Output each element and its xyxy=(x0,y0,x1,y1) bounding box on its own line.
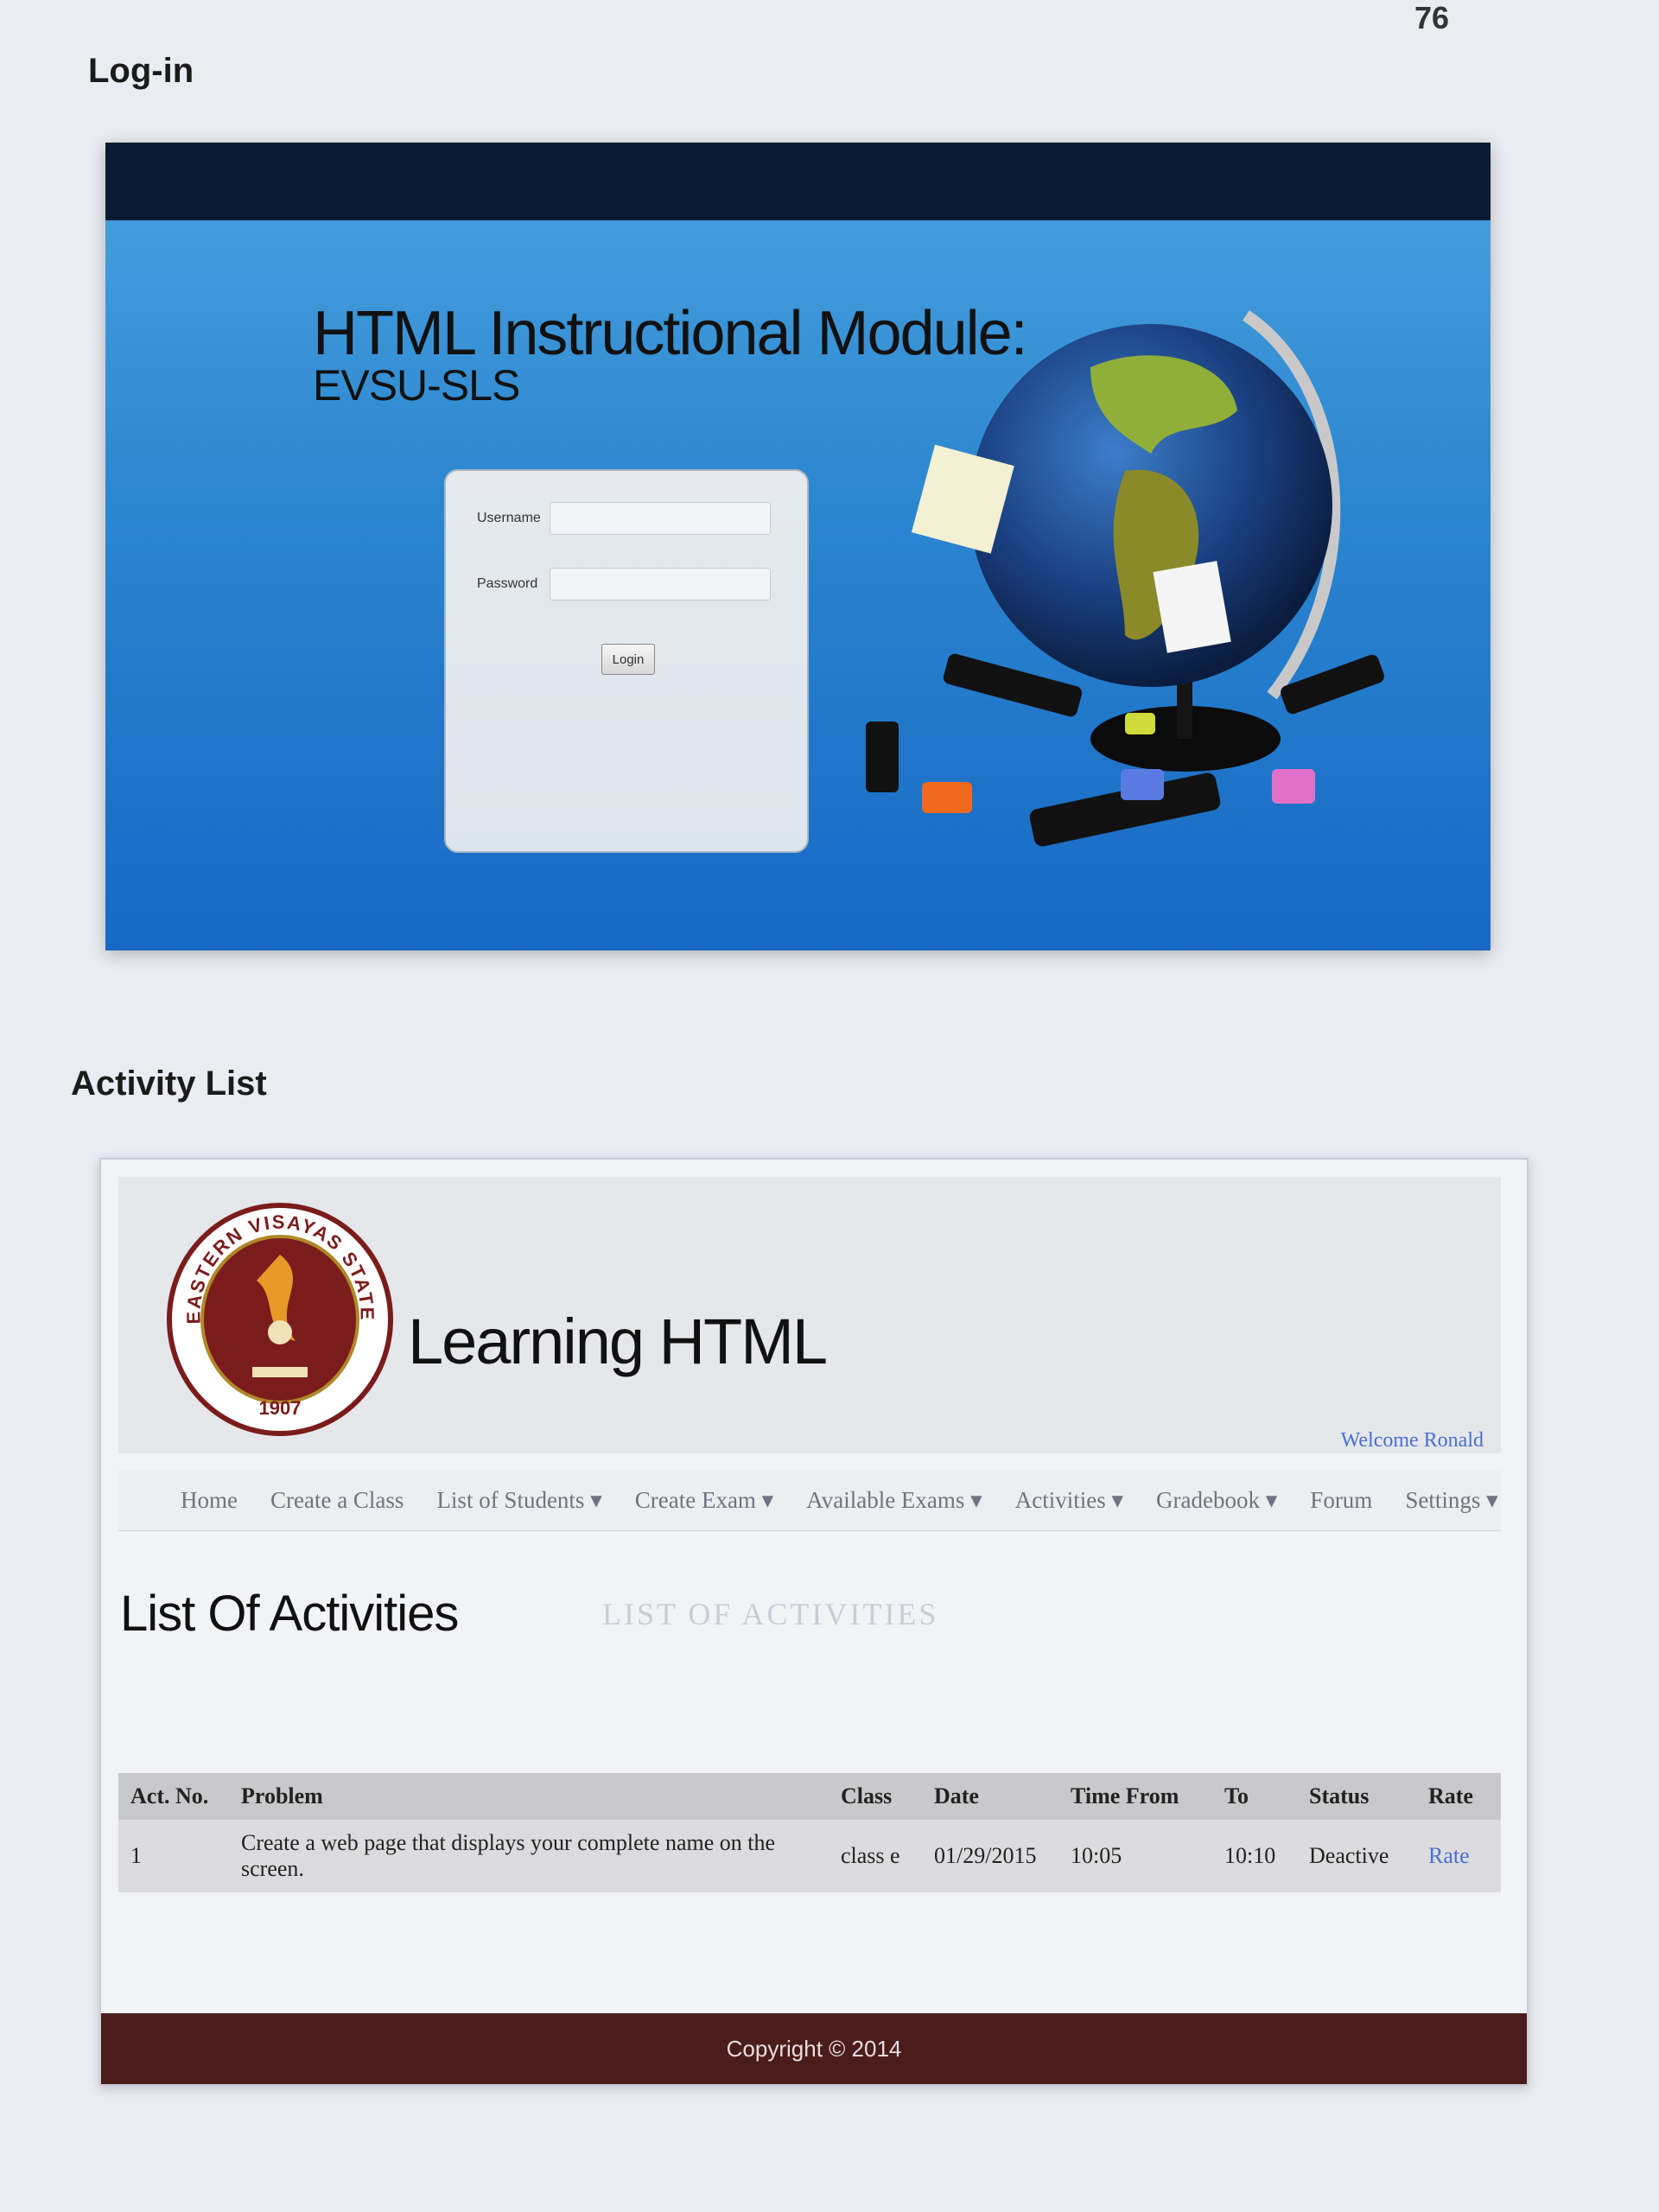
column-header-class: Class xyxy=(829,1773,922,1820)
faded-page-title: LIST OF ACTIVITIES xyxy=(602,1597,939,1631)
nav-list-of-students[interactable]: List of Students ▾ xyxy=(436,1487,601,1514)
username-input[interactable] xyxy=(550,502,771,535)
column-header-rate: Rate xyxy=(1416,1773,1501,1820)
university-seal-logo: EASTERN VISAYAS STATE UNIVERSITY 1907 xyxy=(166,1203,393,1436)
nav-forum[interactable]: Forum xyxy=(1310,1487,1372,1514)
cell-status: Deactive xyxy=(1297,1820,1416,1892)
activity-section-heading: Activity List xyxy=(71,1065,267,1103)
username-label: Username xyxy=(477,511,541,525)
seal-year: 1907 xyxy=(259,1397,302,1419)
page-title: List Of Activities xyxy=(120,1586,459,1642)
nav-home[interactable]: Home xyxy=(181,1487,238,1514)
marker-black-left xyxy=(866,721,899,792)
login-section-heading: Log-in xyxy=(88,52,194,90)
nav-available-exams[interactable]: Available Exams ▾ xyxy=(806,1487,982,1514)
cell-rate: Rate xyxy=(1416,1820,1501,1892)
column-header-date: Date xyxy=(922,1773,1058,1820)
copyright-text: Copyright © 2014 xyxy=(726,2035,902,2062)
login-top-bar xyxy=(105,143,1491,220)
nav-gradebook[interactable]: Gradebook ▾ xyxy=(1156,1487,1277,1514)
column-header-act-no: Act. No. xyxy=(118,1773,229,1820)
rate-link[interactable]: Rate xyxy=(1428,1843,1470,1868)
cell-date: 01/29/2015 xyxy=(922,1820,1058,1892)
table-row: 1 Create a web page that displays your c… xyxy=(118,1820,1501,1892)
main-navigation: Home Create a Class List of Students ▾ C… xyxy=(118,1471,1501,1531)
site-footer: Copyright © 2014 xyxy=(101,2013,1527,2084)
nav-create-exam[interactable]: Create Exam ▾ xyxy=(635,1487,773,1514)
globe-illustration xyxy=(866,310,1384,847)
page-number: 76 xyxy=(1414,0,1450,35)
eraser-yellow xyxy=(1125,713,1155,734)
activity-list-screenshot: EASTERN VISAYAS STATE UNIVERSITY 1907 Le… xyxy=(99,1158,1529,2086)
cell-to: 10:10 xyxy=(1212,1820,1297,1892)
password-input[interactable] xyxy=(550,568,771,601)
cell-problem: Create a web page that displays your com… xyxy=(229,1820,829,1892)
nav-create-class[interactable]: Create a Class xyxy=(270,1487,404,1514)
login-subtitle: EVSU-SLS xyxy=(313,361,520,410)
column-header-problem: Problem xyxy=(229,1773,829,1820)
site-title: Learning HTML xyxy=(408,1306,828,1377)
site-header: EASTERN VISAYAS STATE UNIVERSITY 1907 Le… xyxy=(118,1177,1501,1453)
password-label: Password xyxy=(477,576,538,591)
eraser-blue xyxy=(1121,769,1164,800)
welcome-user-link[interactable]: Welcome Ronald xyxy=(1341,1429,1484,1452)
column-header-to: To xyxy=(1212,1773,1297,1820)
eraser-pink xyxy=(1272,769,1315,804)
cell-class: class e xyxy=(829,1820,922,1892)
cell-time-from: 10:05 xyxy=(1058,1820,1212,1892)
login-screenshot: HTML Instructional Module: EVSU-SLS User… xyxy=(105,143,1491,950)
login-button[interactable]: Login xyxy=(601,644,655,675)
nav-settings[interactable]: Settings ▾ xyxy=(1405,1487,1497,1514)
cell-act-no: 1 xyxy=(118,1820,229,1892)
table-header-row: Act. No. Problem Class Date Time From To… xyxy=(118,1773,1501,1820)
column-header-time-from: Time From xyxy=(1058,1773,1212,1820)
login-form: Username Password Login xyxy=(444,469,809,853)
eraser-orange xyxy=(922,782,972,813)
activities-table: Act. No. Problem Class Date Time From To… xyxy=(118,1773,1501,1892)
column-header-status: Status xyxy=(1297,1773,1416,1820)
nav-activities[interactable]: Activities ▾ xyxy=(1015,1487,1123,1514)
